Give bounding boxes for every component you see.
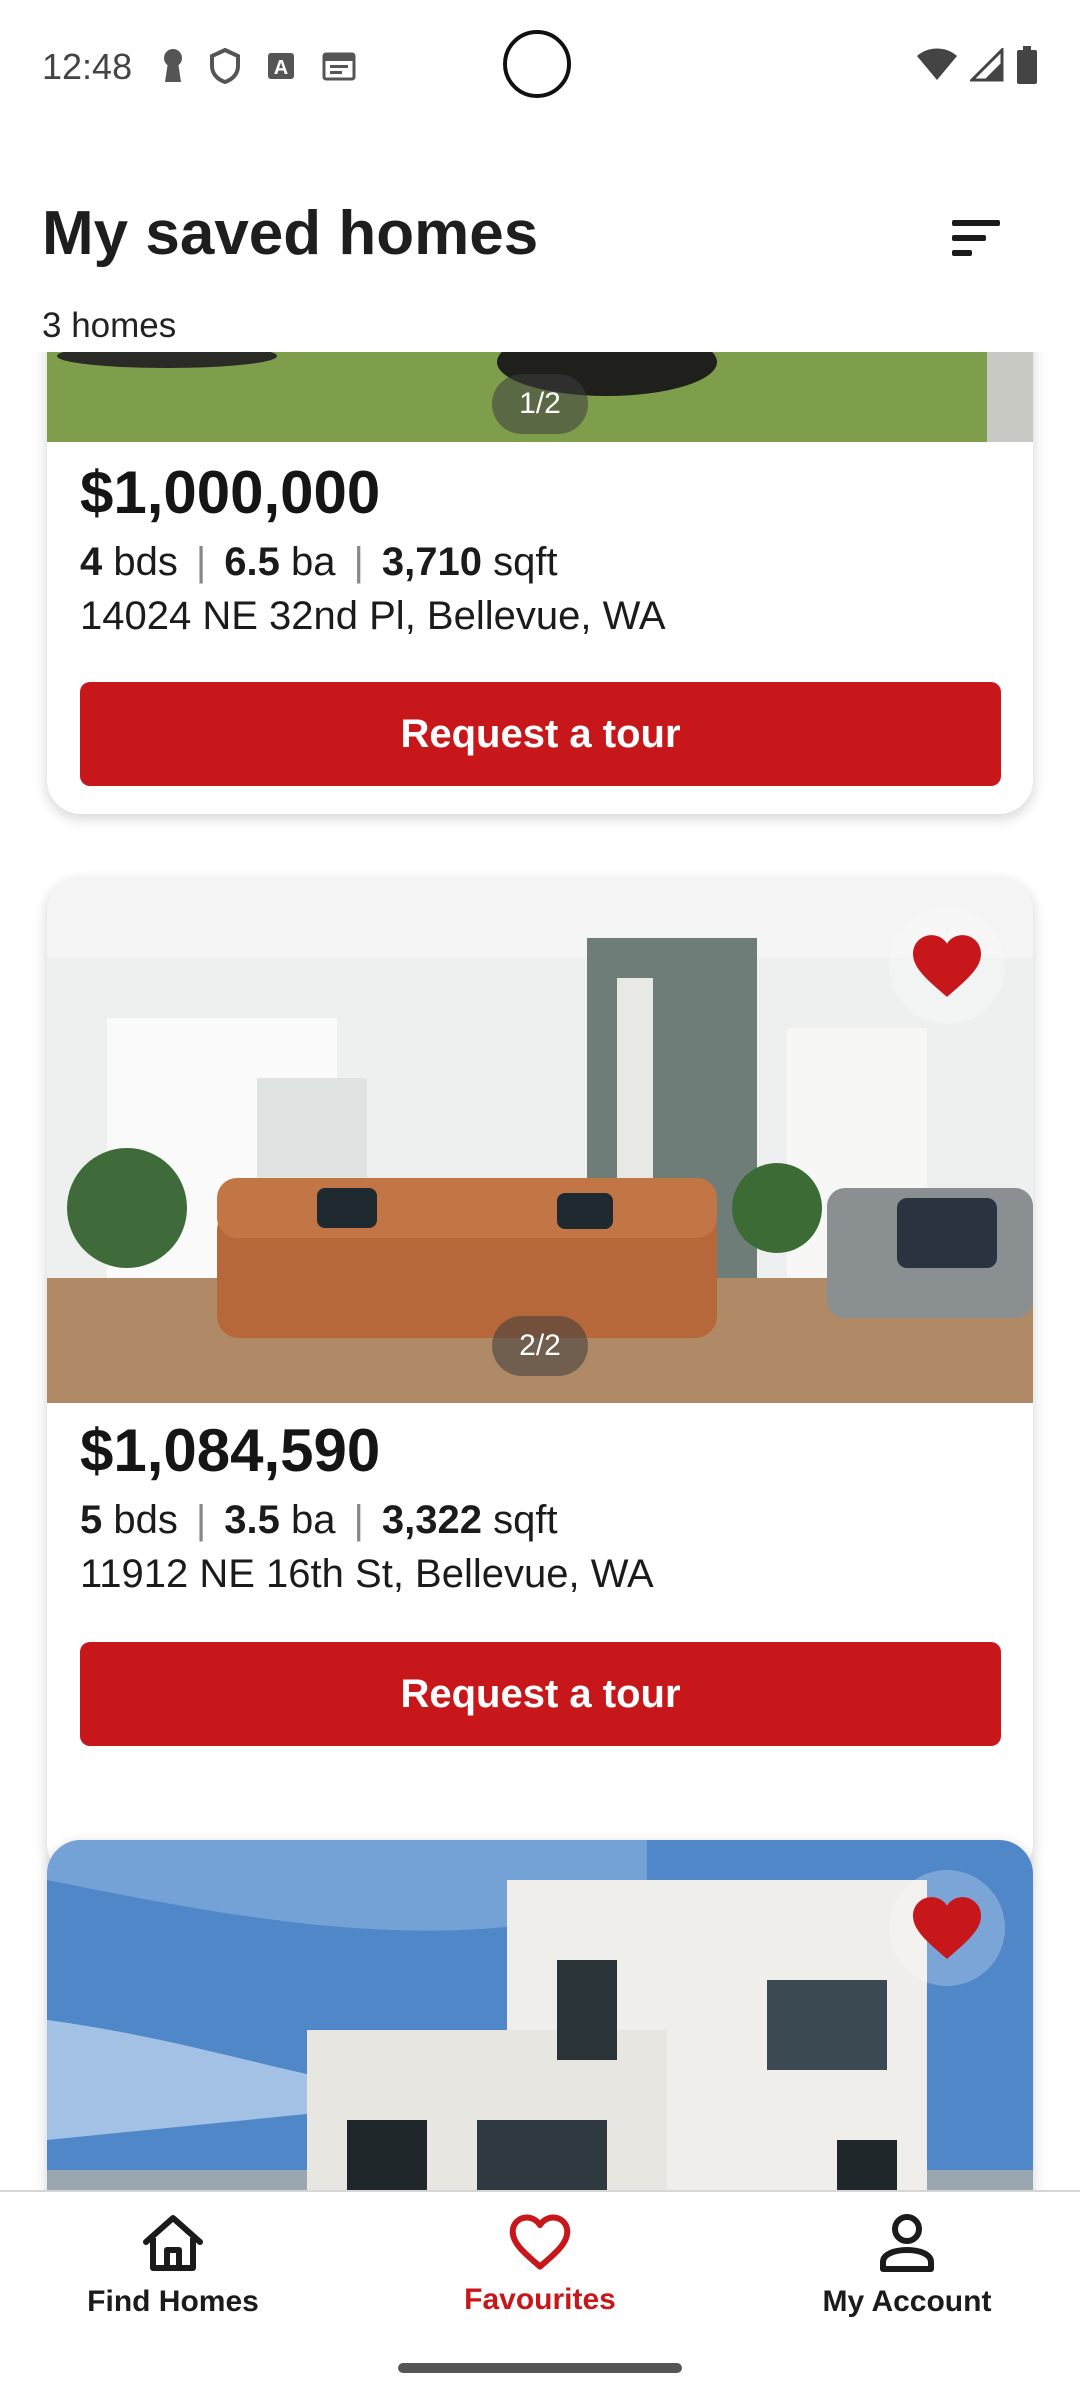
listing-specs: 4 bds | 6.5 ba | 3,710 sqft [80, 540, 558, 585]
listing-card[interactable]: 1/2 $1,000,000 4 bds | 6.5 ba | 3,710 sqft 1… [47, 352, 1033, 814]
home-icon [143, 2215, 203, 2271]
divider: | [195, 1498, 207, 1542]
baths-value: 6.5 [224, 540, 280, 584]
baths-unit: ba [291, 1498, 336, 1542]
font-icon: A [268, 53, 294, 79]
listing-specs: 5 bds | 3.5 ba | 3,322 sqft [80, 1498, 558, 1543]
sqft-unit: sqft [493, 540, 558, 584]
saved-homes-list[interactable]: 1/2 $1,000,000 4 bds | 6.5 ba | 3,710 sqft 1… [0, 352, 1080, 2190]
sort-button[interactable] [940, 208, 1010, 268]
status-bar: 12:48 A [0, 0, 1080, 135]
keyhole-icon [164, 49, 182, 82]
sqft-value: 3,710 [381, 540, 482, 584]
nav-label: My Account [822, 2285, 992, 2318]
person-icon [880, 2214, 934, 2272]
listing-price: $1,000,000 [80, 459, 381, 526]
heart-filled-icon [913, 1897, 981, 1959]
gesture-bar[interactable] [398, 2363, 682, 2373]
divider: | [353, 540, 364, 584]
beds-value: 5 [80, 1498, 103, 1542]
nav-label: Find Homes [87, 2285, 259, 2318]
notification-icons: A [162, 48, 356, 84]
status-time: 12:48 [42, 46, 133, 87]
home-count: 3 homes [42, 306, 177, 345]
listing-photo[interactable] [47, 1840, 1033, 2190]
request-tour-button[interactable]: Request a tour [80, 1642, 1001, 1746]
divider: | [195, 540, 207, 584]
listing-card[interactable] [47, 1840, 1033, 2190]
listing-address: 14024 NE 32nd Pl, Bellevue, WA [80, 594, 666, 638]
listing-price: $1,084,590 [80, 1417, 381, 1484]
wifi-icon [917, 48, 957, 80]
sort-icon [952, 220, 1000, 256]
favourite-button[interactable] [889, 908, 1005, 1024]
shield-icon [210, 48, 240, 84]
beds-value: 4 [80, 540, 103, 584]
system-icons [916, 46, 1038, 84]
page-title: My saved homes [42, 199, 539, 268]
heart-outline-icon [509, 2214, 571, 2270]
svg-text:A: A [274, 57, 288, 79]
nav-favourites[interactable]: Favourites [390, 2212, 690, 2317]
sqft-unit: sqft [493, 1498, 558, 1542]
beds-unit: bds [113, 540, 178, 584]
sqft-value: 3,322 [381, 1498, 482, 1542]
nav-my-account[interactable]: My Account [757, 2212, 1057, 2319]
baths-value: 3.5 [224, 1498, 280, 1542]
baths-unit: ba [291, 540, 336, 584]
listing-card[interactable]: 2/2 $1,084,590 5 bds | 3.5 ba | 3,322 sqft 1… [47, 878, 1033, 1878]
calendar-icon [322, 52, 356, 81]
photo-counter: 2/2 [492, 1316, 588, 1376]
listing-address: 11912 NE 16th St, Bellevue, WA [80, 1552, 654, 1596]
signal-icon [970, 48, 1004, 82]
battery-icon [1017, 46, 1037, 84]
heart-filled-icon [913, 935, 981, 997]
nav-label: Favourites [464, 2283, 616, 2316]
photo-counter: 1/2 [492, 374, 588, 434]
nav-find-homes[interactable]: Find Homes [23, 2212, 323, 2319]
favourite-button[interactable] [889, 1870, 1005, 1986]
beds-unit: bds [113, 1498, 178, 1542]
request-tour-button[interactable]: Request a tour [80, 682, 1001, 786]
divider: | [353, 1498, 364, 1542]
camera-cutout [503, 30, 571, 98]
